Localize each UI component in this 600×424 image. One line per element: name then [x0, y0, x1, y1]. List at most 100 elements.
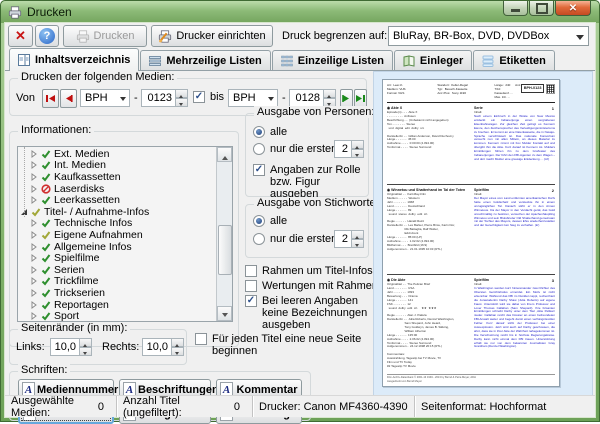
wertungen-checkbox[interactable]: [245, 280, 257, 292]
entry-text: Der Mayor eines vom Land entfernten amer…: [474, 197, 555, 228]
number-to-spinner[interactable]: 0128: [289, 89, 336, 107]
entry-text: In Washington werden kurz hintereinander…: [474, 287, 555, 349]
tree-item-sport[interactable]: Sport: [18, 310, 232, 322]
font-button-label: Kommentar: [233, 384, 301, 396]
previous-icon: [64, 94, 73, 103]
tree-item-laserdisks[interactable]: Laserdisks: [18, 183, 232, 195]
personen-ersten-option[interactable]: nur die ersten: [253, 143, 337, 155]
spin-down-button[interactable]: [351, 149, 364, 158]
von-label: Von: [16, 92, 35, 104]
scroll-down-button[interactable]: [217, 306, 232, 321]
links-spinner[interactable]: 10,0: [50, 338, 92, 356]
spin-up-button[interactable]: [79, 338, 92, 347]
maximize-button[interactable]: [529, 1, 554, 16]
tree-item-label: Allgemeine Infos: [54, 241, 132, 253]
status-page-format: Seitenformat: Hochformat: [415, 396, 595, 417]
entry-separator: [387, 274, 555, 275]
tab-inhaltsverzeichnis[interactable]: Inhaltsverzeichnis: [9, 48, 139, 71]
leere-angaben-checkbox-row[interactable]: ✓ Bei leeren Angaben keine Bezeichnungen…: [245, 295, 369, 331]
stichworte-ersten-option[interactable]: nur die ersten: [253, 233, 337, 245]
titlebar[interactable]: Drucken ✕: [1, 1, 599, 23]
tree-item-spielfilme[interactable]: Spielfilme: [18, 252, 232, 264]
entry-separator: [387, 184, 555, 185]
expand-icon: [30, 301, 38, 309]
tab-label: Etiketten: [499, 55, 545, 67]
tab-einzeilige-listen[interactable]: Einzeilige Listen: [272, 50, 393, 71]
tree-item-reportagen[interactable]: Reportagen: [18, 299, 232, 311]
spin-down-button[interactable]: [171, 347, 184, 356]
first-icon: [46, 94, 56, 103]
bis-checkbox[interactable]: ✓: [193, 91, 205, 103]
print-button[interactable]: Drucken: [63, 25, 147, 47]
leere-angaben-checkbox[interactable]: ✓: [245, 295, 257, 307]
printer-setup-button[interactable]: Drucker einrichten: [151, 25, 273, 47]
limit-combobox[interactable]: BluRay, BR-Box, DVD, DVDBox: [388, 26, 589, 46]
rolle-checkbox[interactable]: ✓: [253, 164, 265, 176]
spin-down-button[interactable]: [79, 347, 92, 356]
tree-item-allgemeine-infos[interactable]: Allgemeine Infos: [18, 241, 232, 253]
radio-unselected[interactable]: [253, 233, 265, 245]
spin-down-button[interactable]: [175, 98, 188, 107]
previous-medium-button[interactable]: [60, 89, 77, 108]
print-dialog-window: Drucken ✕ ✕ ? Drucken Drucker einrichten…: [0, 0, 600, 422]
check-icon: [41, 230, 51, 240]
tab-label: Einzeilige Listen: [298, 55, 384, 67]
exit-button[interactable]: ✕: [8, 25, 33, 47]
close-button[interactable]: ✕: [555, 1, 591, 16]
tree-item-leerkassetten[interactable]: Leerkassetten: [18, 194, 232, 206]
spin-down-button[interactable]: [351, 239, 364, 248]
stichworte-count-spinner[interactable]: 2: [334, 230, 364, 248]
informationen-tree[interactable]: Ext. Medien Int. Medien Kaufkassetten La…: [17, 146, 233, 322]
personen-alle-option[interactable]: alle: [253, 126, 287, 138]
first-medium-button[interactable]: [42, 89, 59, 108]
tree-item-int-medien[interactable]: Int. Medien: [18, 160, 232, 172]
neue-seite-checkbox[interactable]: [195, 333, 207, 345]
rahmen-checkbox[interactable]: [245, 265, 257, 277]
spin-up-button[interactable]: [351, 230, 364, 239]
tree-item-trickserien[interactable]: Trickserien: [18, 287, 232, 299]
spin-up-button[interactable]: [175, 89, 188, 98]
help-button[interactable]: ?: [35, 25, 59, 47]
tree-item-serien[interactable]: Serien: [18, 264, 232, 276]
tree-item-titel-aufnahme-infos[interactable]: Titel- / Aufnahme-Infos: [18, 206, 232, 218]
entry-type: Spielfilm: [474, 188, 555, 193]
category-to-combobox[interactable]: BPH: [228, 89, 278, 107]
radio-selected[interactable]: [253, 215, 265, 227]
tab-mehrzeilige-listen[interactable]: Mehrzeilige Listen: [140, 50, 270, 71]
tree-item-eigene-aufnahmen[interactable]: Eigene Aufnahmen: [18, 229, 232, 241]
radio-selected[interactable]: [253, 126, 265, 138]
scrollbar-thumb[interactable]: [218, 225, 232, 275]
personen-count-spinner[interactable]: 2: [334, 140, 364, 158]
spin-up-button[interactable]: [323, 89, 336, 98]
number-from-spinner[interactable]: 0123: [141, 89, 188, 107]
minimize-button[interactable]: [503, 1, 528, 16]
expand-icon: [30, 173, 38, 181]
wertungen-checkbox-row[interactable]: Wertungen mit Rahmen: [245, 280, 378, 292]
spin-up-button[interactable]: [351, 140, 364, 149]
tab-etiketten[interactable]: Etiketten: [473, 50, 554, 71]
rechts-spinner[interactable]: 10,0: [142, 338, 184, 356]
tree-item-kaufkassetten[interactable]: Kaufkassetten: [18, 171, 232, 183]
tree-item-technische-infos[interactable]: Technische Infos: [18, 218, 232, 230]
bis-checkbox-row[interactable]: ✓ bis: [193, 91, 224, 103]
category-from-combobox[interactable]: BPH: [80, 89, 130, 107]
dialog-body: ✕ ? Drucken Drucker einrichten Druck beg…: [5, 23, 595, 417]
scroll-up-button[interactable]: [217, 147, 232, 162]
tree-item-trickfilme[interactable]: Trickfilme: [18, 276, 232, 288]
dash-separator: -: [134, 92, 138, 104]
tree-scrollbar[interactable]: [216, 147, 232, 321]
close-icon: ✕: [569, 3, 577, 14]
rolle-checkbox-row[interactable]: ✓ Angaben zur Rolle bzw. Figur ausgeben: [253, 164, 365, 200]
stichworte-alle-option[interactable]: alle: [253, 215, 287, 227]
rahmen-checkbox-row[interactable]: Rahmen um Titel-Infos: [245, 265, 373, 277]
radio-unselected[interactable]: [253, 143, 265, 155]
category-to-value: BPH: [233, 92, 256, 104]
spin-up-button[interactable]: [171, 338, 184, 347]
neue-seite-checkbox-row[interactable]: Für jeden Titel eine neue Seite beginnen: [195, 333, 371, 357]
status-title-count: Anzahl Titel (ungefiltert): 0: [117, 396, 253, 417]
help-icon: ?: [39, 28, 55, 44]
tree-item-ext-medien[interactable]: Ext. Medien: [18, 148, 232, 160]
check-icon: [41, 172, 51, 182]
tab-einleger[interactable]: Einleger: [394, 50, 472, 71]
print-preview-panel[interactable]: Art: Leer-K. Medium: VHS Format: VHS Sta…: [373, 71, 593, 397]
